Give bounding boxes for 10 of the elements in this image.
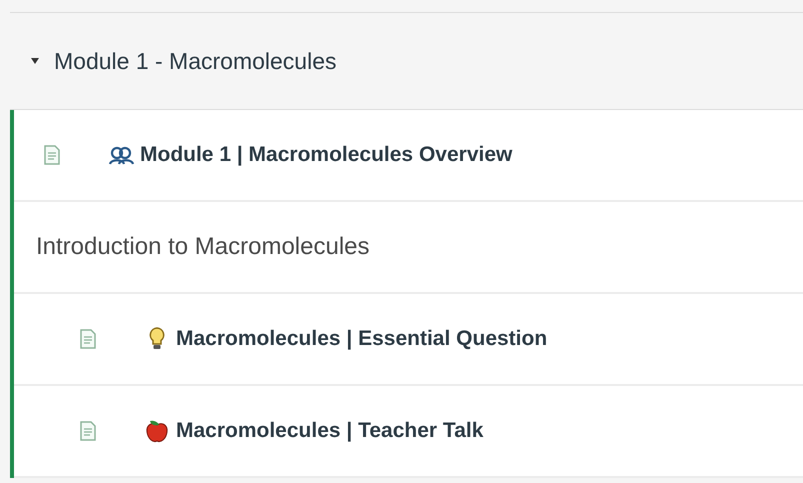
apple-icon bbox=[144, 418, 170, 444]
document-icon bbox=[80, 421, 96, 441]
subheader-title: Introduction to Macromolecules bbox=[36, 233, 370, 261]
module-title: Module 1 - Macromolecules bbox=[54, 48, 337, 74]
item-link[interactable]: Macromolecules | Teacher Talk bbox=[176, 419, 484, 443]
item-link[interactable]: Macromolecules | Essential Question bbox=[176, 327, 548, 351]
item-link[interactable]: Module 1 | Macromolecules Overview bbox=[140, 143, 512, 167]
caret-icon[interactable] bbox=[30, 57, 40, 65]
document-icon bbox=[44, 145, 60, 165]
document-icon bbox=[80, 329, 96, 349]
